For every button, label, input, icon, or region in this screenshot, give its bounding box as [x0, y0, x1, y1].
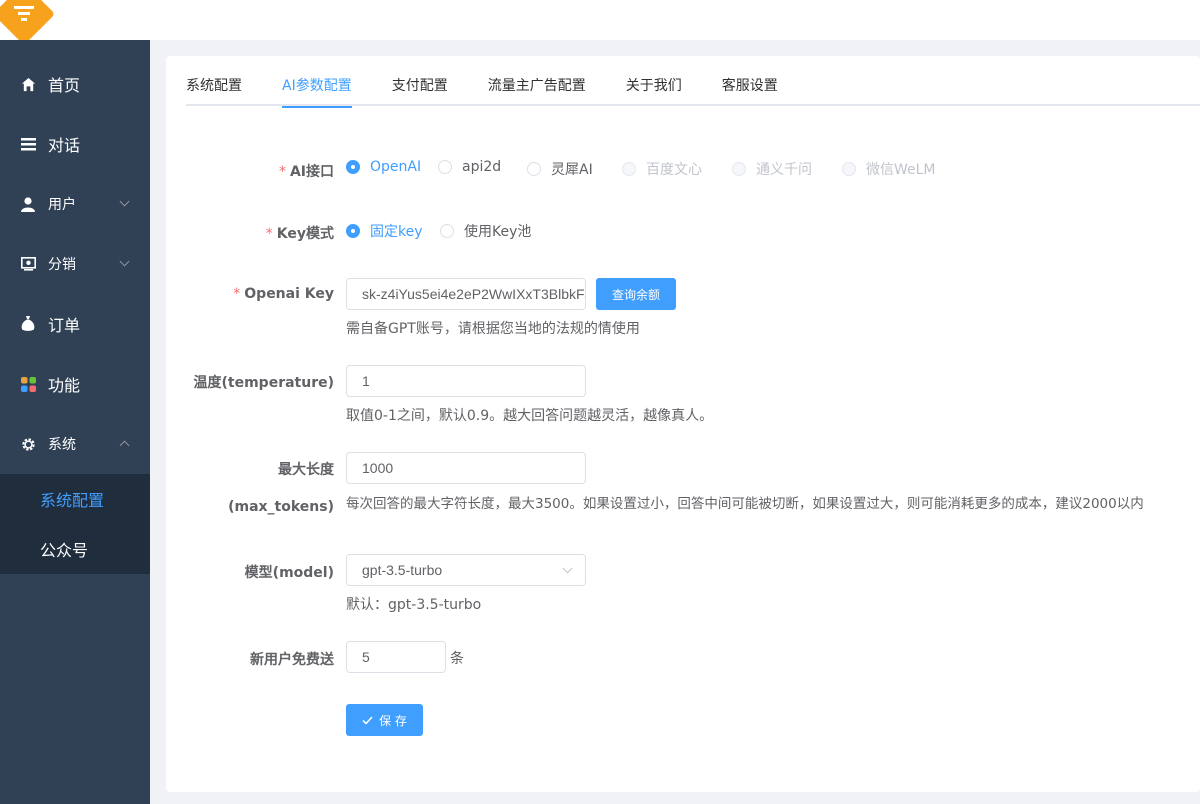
key-mode-label: * Key模式	[265, 226, 334, 242]
openai-key-hint: 需自备GPT账号，请根据您当地的法规的情使用	[346, 321, 640, 337]
radio-api2d[interactable]: api2d	[438, 159, 501, 175]
query-balance-button[interactable]: 查询余额	[596, 278, 676, 310]
tab-payment[interactable]: 支付配置	[392, 72, 448, 106]
sidebar-item-orders[interactable]: 订单	[0, 294, 150, 354]
model-label: 模型(model)	[244, 565, 334, 581]
chevron-up-icon	[119, 440, 130, 451]
gear-icon	[20, 436, 36, 452]
sidebar-item-label: 分销	[48, 257, 76, 273]
save-button-label: 保 存	[379, 713, 407, 728]
top-bar	[0, 0, 1200, 46]
radio-openai[interactable]: OpenAI	[346, 159, 421, 175]
sidebar-item-label: 系统	[48, 437, 76, 453]
radio-welm: 微信WeLM	[842, 159, 936, 179]
sidebar-item-label: 首页	[48, 76, 81, 95]
logo-glyph-icon	[14, 6, 34, 21]
sidebar-item-users[interactable]: 用户	[0, 174, 150, 234]
radio-baidu: 百度文心	[622, 159, 702, 179]
tab-ads[interactable]: 流量主广告配置	[488, 72, 586, 106]
tab-about[interactable]: 关于我们	[626, 72, 682, 106]
sidebar-item-distribution[interactable]: 分销	[0, 234, 150, 294]
chevron-down-icon	[562, 563, 573, 574]
openai-key-label: * Openai Key	[233, 286, 334, 302]
save-button[interactable]: 保 存	[346, 704, 423, 736]
user-icon	[20, 196, 36, 212]
chevron-down-icon	[119, 196, 130, 207]
sidebar-item-chat[interactable]: 对话	[0, 114, 150, 174]
settings-card: 系统配置 AI参数配置 支付配置 流量主广告配置 关于我们 客服设置 * AI接口…	[166, 56, 1200, 792]
temperature-input[interactable]: 1	[346, 365, 586, 397]
radio-key-pool[interactable]: 使用Key池	[440, 221, 531, 241]
model-select-value: gpt-3.5-turbo	[362, 562, 443, 578]
free-quota-input[interactable]: 5	[346, 641, 446, 673]
max-tokens-input[interactable]: 1000	[346, 452, 586, 484]
check-icon	[362, 715, 373, 725]
submenu-item-system-config[interactable]: 系统配置	[0, 474, 150, 524]
list-icon	[20, 136, 36, 152]
apps-icon	[20, 376, 36, 392]
temperature-hint: 取值0-1之间，默认0.9。越大回答问题越灵活，越像真人。	[346, 408, 714, 424]
system-submenu: 系统配置 公众号	[0, 474, 150, 574]
sidebar-item-system[interactable]: 系统	[0, 414, 150, 474]
sidebar-item-label: 订单	[48, 316, 81, 335]
openai-key-input[interactable]: sk-z4iYus5ei4e2eP2WwIXxT3BlbkFJ	[346, 278, 586, 310]
share-icon	[20, 256, 36, 272]
free-quota-label: 新用户免费送	[250, 652, 334, 668]
sidebar: 首页 对话 用户 分销 订单 功能 系统 系统配置 公众号	[0, 40, 150, 804]
money-bag-icon	[20, 316, 36, 332]
temperature-label: 温度(temperature)	[193, 375, 335, 391]
free-quota-unit: 条	[450, 651, 464, 667]
tab-system-config[interactable]: 系统配置	[186, 72, 242, 106]
max-tokens-label: 最大长度	[278, 462, 334, 478]
home-icon	[20, 76, 36, 92]
sidebar-item-label: 对话	[48, 136, 81, 155]
radio-tongyi: 通义千问	[732, 159, 812, 179]
radio-fixed-key[interactable]: 固定key	[346, 221, 423, 241]
sidebar-item-label: 用户	[48, 197, 76, 213]
radio-lingxi[interactable]: 灵犀AI	[527, 159, 593, 179]
max-tokens-hint: 每次回答的最大字符长度，最大3500。如果设置过小，回答中间可能被切断，如果设置…	[346, 496, 1144, 512]
tab-customer-service[interactable]: 客服设置	[722, 72, 778, 106]
settings-tabs: 系统配置 AI参数配置 支付配置 流量主广告配置 关于我们 客服设置	[186, 72, 1200, 108]
submenu-item-official-account[interactable]: 公众号	[0, 524, 150, 574]
max-tokens-label-sub: (max_tokens)	[228, 499, 334, 515]
sidebar-item-home[interactable]: 首页	[0, 54, 150, 114]
ai-interface-label: * AI接口	[278, 164, 334, 180]
tab-ai-params[interactable]: AI参数配置	[282, 72, 352, 108]
sidebar-item-features[interactable]: 功能	[0, 354, 150, 414]
sidebar-item-label: 功能	[48, 376, 81, 395]
chevron-down-icon	[119, 256, 130, 267]
model-select[interactable]: gpt-3.5-turbo	[346, 554, 586, 586]
model-hint: 默认：gpt-3.5-turbo	[346, 597, 482, 613]
